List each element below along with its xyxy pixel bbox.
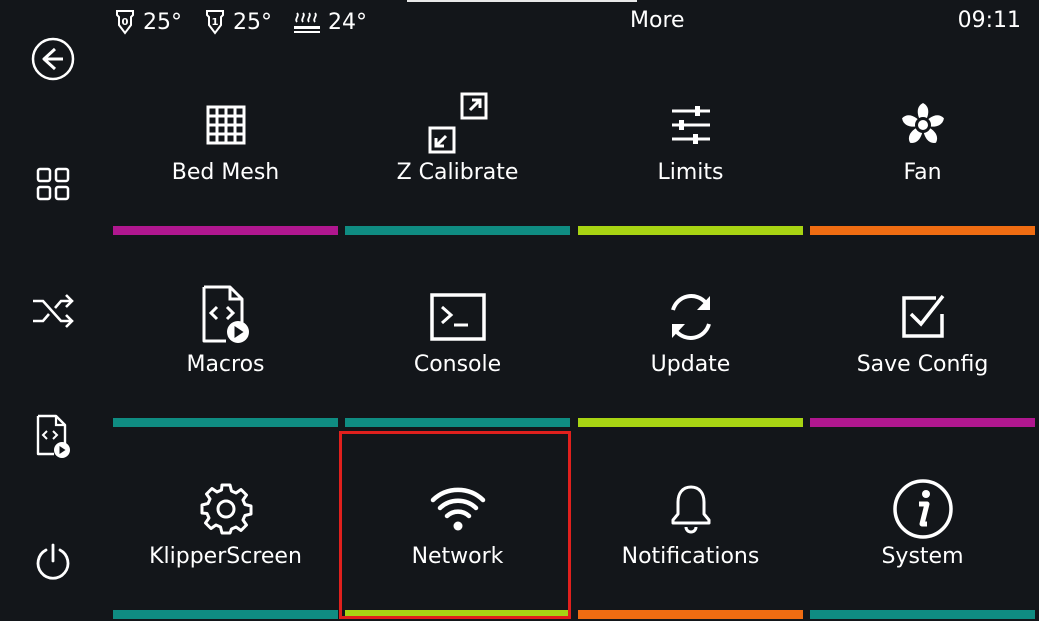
macros-button[interactable]: Macros (113, 249, 338, 427)
gear-icon (200, 483, 252, 535)
system-bar (810, 610, 1035, 619)
save-config-label: Save Config (856, 352, 989, 377)
svg-text:1: 1 (212, 17, 219, 28)
notifications-button[interactable]: Notifications (578, 441, 803, 619)
extruder-1-icon: 1 (206, 10, 224, 35)
power-icon (36, 543, 70, 580)
clock: 09:11 (957, 8, 1021, 33)
extruder-1-temp[interactable]: 1 25° (203, 8, 272, 36)
limits-bar (578, 226, 803, 235)
shuffle-button[interactable] (28, 286, 78, 336)
network-bar (345, 610, 570, 619)
extruder-0-icon: 0 (116, 10, 134, 35)
heated-bed-icon (294, 12, 320, 33)
back-button[interactable] (28, 34, 78, 84)
z-calibrate-button[interactable]: Z Calibrate (345, 57, 570, 235)
fan-bar (810, 226, 1035, 235)
shuffle-icon (33, 294, 74, 328)
limits-button[interactable]: Limits (578, 57, 803, 235)
extruder-0-value: 25° (143, 9, 182, 35)
fan-button[interactable]: Fan (810, 57, 1035, 235)
console-icon (429, 293, 486, 341)
fan-label: Fan (903, 160, 942, 185)
update-label: Update (650, 352, 731, 377)
klipperscreen-bar (113, 610, 338, 619)
sidebar (0, 0, 106, 621)
macros-shortcut-button[interactable] (28, 411, 78, 461)
macros-bar (113, 418, 338, 427)
top-edge-line (407, 0, 637, 2)
back-icon (31, 37, 75, 81)
sliders-icon (671, 106, 710, 144)
checkbox-icon (901, 294, 944, 338)
macros-label: Macros (186, 352, 265, 377)
page-title: More (630, 8, 685, 33)
notifications-bar (578, 610, 803, 619)
main-menu-button[interactable] (28, 159, 78, 209)
save-config-bar (810, 418, 1035, 427)
update-bar (578, 418, 803, 427)
notifications-label: Notifications (621, 544, 760, 569)
bell-icon (671, 485, 710, 534)
console-label: Console (413, 352, 502, 377)
save-config-button[interactable]: Save Config (810, 249, 1035, 427)
macro-file-icon (202, 285, 249, 343)
z-calibrate-bar (345, 226, 570, 235)
wifi-icon (430, 487, 485, 531)
power-button[interactable] (28, 537, 78, 587)
network-label: Network (411, 544, 504, 569)
info-icon (892, 479, 953, 539)
macros-icon (36, 414, 70, 458)
refresh-icon (670, 294, 711, 340)
z-calibrate-label: Z Calibrate (396, 160, 519, 185)
top-bar: 0 25° 1 25° 24° More 09:11 (0, 0, 1039, 44)
system-button[interactable]: System (810, 441, 1035, 619)
network-button[interactable]: Network (345, 441, 570, 619)
bed-value: 24° (328, 9, 367, 35)
console-bar (345, 418, 570, 427)
limits-label: Limits (657, 160, 724, 185)
z-calibrate-icon (428, 92, 487, 154)
system-label: System (881, 544, 964, 569)
update-button[interactable]: Update (578, 249, 803, 427)
klipperscreen-label: KlipperScreen (149, 544, 302, 569)
bed-temp[interactable]: 24° (292, 8, 367, 36)
fan-icon (901, 103, 944, 143)
svg-text:0: 0 (122, 17, 129, 28)
bed-mesh-label: Bed Mesh (171, 160, 280, 185)
main-menu-icon (36, 167, 70, 201)
grid-icon (206, 105, 245, 145)
extruder-1-value: 25° (233, 9, 272, 35)
klipperscreen-button[interactable]: KlipperScreen (113, 441, 338, 619)
console-button[interactable]: Console (345, 249, 570, 427)
bed-mesh-bar (113, 226, 338, 235)
extruder-0-temp[interactable]: 0 25° (113, 8, 182, 36)
bed-mesh-button[interactable]: Bed Mesh (113, 57, 338, 235)
